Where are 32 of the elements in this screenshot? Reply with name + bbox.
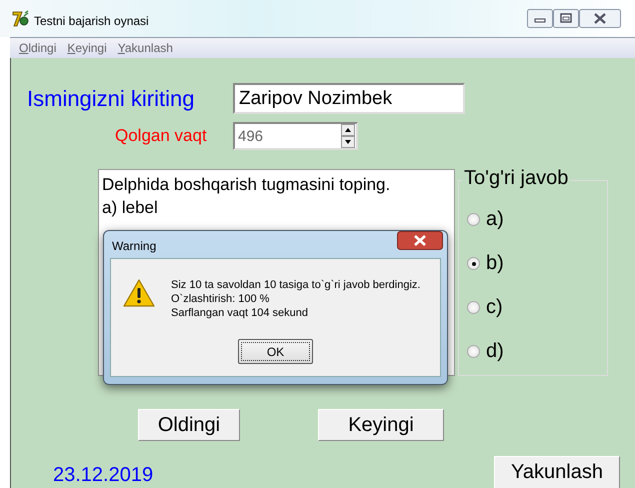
- minimize-button[interactable]: [527, 9, 553, 28]
- nav-button[interactable]: Oldingi: [138, 409, 240, 441]
- ok-button[interactable]: OK: [238, 339, 313, 364]
- name-label: Ismingizni kiriting: [27, 86, 196, 112]
- option-label: b): [486, 252, 504, 275]
- group-title: To'g'ri javob: [462, 167, 570, 190]
- time-spin-field[interactable]: 496: [233, 122, 358, 150]
- option-label: d): [486, 340, 504, 363]
- finish-button[interactable]: Yakunlash: [494, 456, 620, 488]
- close-button[interactable]: [579, 9, 621, 28]
- name-field[interactable]: Zaripov Nozimbek: [233, 83, 465, 114]
- radio-button[interactable]: [467, 213, 480, 226]
- menu-item[interactable]: Keyingi: [67, 41, 107, 55]
- radio-button[interactable]: [467, 301, 480, 314]
- close-button[interactable]: [397, 231, 443, 250]
- date-label: 23.12.2019: [53, 465, 154, 485]
- option-label: c): [486, 296, 503, 319]
- message-text: O`zlashtirish: 100 %: [171, 292, 270, 306]
- dialog-title: Warning: [112, 239, 156, 253]
- warning-icon: [123, 279, 155, 307]
- maximize-button[interactable]: [553, 9, 579, 28]
- nav-button[interactable]: Keyingi: [318, 409, 444, 441]
- radio-button[interactable]: [467, 257, 480, 270]
- message-text: Siz 10 ta savoldan 10 tasiga to`g`ri javob berdingiz.: [171, 278, 420, 292]
- time-label: Qolgan vaqt: [115, 126, 208, 146]
- message-text: Sarflangan vaqt 104 sekund: [171, 306, 309, 320]
- option-label: a): [486, 208, 504, 231]
- menu-item[interactable]: Oldingi: [19, 41, 56, 55]
- menu-item[interactable]: Yakunlash: [118, 41, 173, 55]
- window-title: Testni bajarish oynasi: [34, 14, 149, 28]
- app-icon: [12, 10, 30, 28]
- radio-button[interactable]: [467, 345, 480, 358]
